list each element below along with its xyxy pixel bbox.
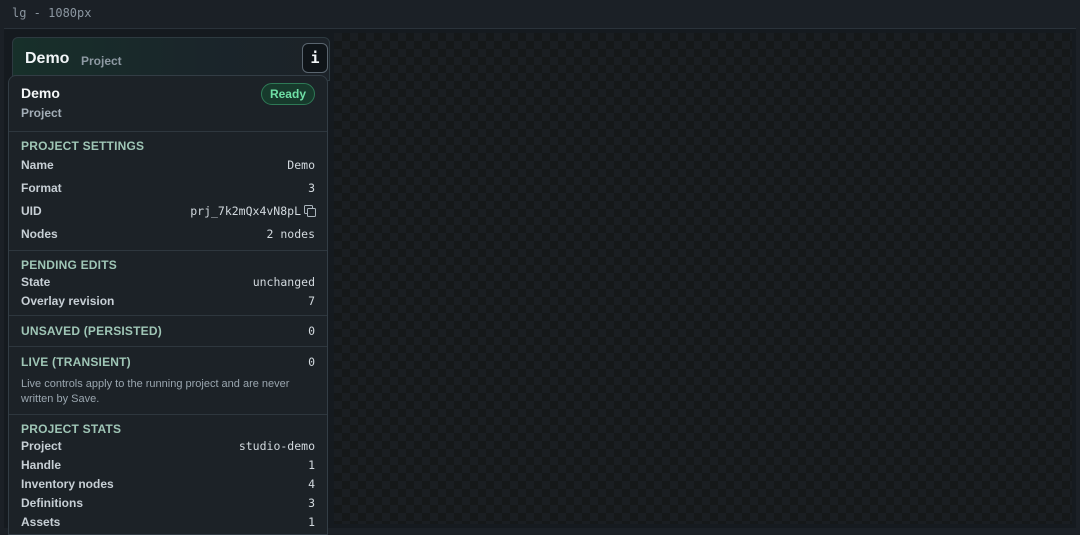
setting-row-format: Format 3 [21, 176, 315, 199]
row-label: Assets [21, 514, 61, 529]
stats-row-handle: Handle 1 [21, 455, 315, 474]
setting-row-nodes: Nodes 2 nodes [21, 222, 315, 245]
copy-icon[interactable] [304, 204, 316, 217]
stats-row-project: Project studio-demo [21, 436, 315, 455]
viewport-label: lg - 1080px [12, 6, 92, 20]
section-title: PROJECT STATS [21, 422, 122, 436]
project-settings-section: PROJECT SETTINGS Name Demo Format 3 UID … [9, 132, 327, 251]
uid-value: prj_7k2mQx4vN8pL [190, 203, 301, 218]
setting-row-uid: UID prj_7k2mQx4vN8pL [21, 199, 316, 222]
pending-row-overlay-revision: Overlay revision 7 [21, 291, 315, 310]
live-section: LIVE (TRANSIENT) 0 Live controls apply t… [9, 347, 327, 415]
unsaved-section: UNSAVED (PERSISTED) 0 [9, 316, 327, 347]
row-label: Overlay revision [21, 293, 115, 308]
section-title: PROJECT SETTINGS [21, 139, 145, 153]
panel-subtitle: Project [21, 106, 62, 120]
stats-row-assets: Assets 1 [21, 512, 315, 531]
row-value: 2 nodes [266, 226, 315, 241]
row-label: Format [21, 180, 62, 195]
row-value: 3 [308, 180, 315, 195]
section-title: UNSAVED (PERSISTED) [21, 324, 162, 338]
row-label: Name [21, 157, 54, 172]
info-button[interactable]: i [302, 43, 328, 73]
row-value: unchanged [252, 274, 315, 289]
project-stats-section: PROJECT STATS Project studio-demo Handle… [9, 415, 327, 534]
row-value: 3 [308, 495, 315, 510]
row-label: Handle [21, 457, 62, 472]
pending-row-state: State unchanged [21, 272, 315, 291]
row-label: UID [21, 203, 42, 218]
project-info-panel: Demo Project Ready PROJECT SETTINGS Name… [8, 75, 328, 535]
row-label: Inventory nodes [21, 476, 114, 491]
header-title: Demo [25, 50, 70, 67]
row-label: Definitions [21, 495, 83, 510]
status-badge: Ready [260, 83, 315, 105]
panel-title: Demo [21, 85, 60, 101]
row-label: Nodes [21, 226, 58, 241]
row-label: State [21, 274, 51, 289]
header-subtitle: Project [81, 54, 122, 68]
row-value: studio-demo [238, 438, 315, 453]
row-value: 1 [308, 514, 315, 529]
row-value: 4 [308, 476, 315, 491]
panel-header: Demo Project Ready [9, 76, 327, 132]
live-count: 0 [308, 355, 315, 369]
section-title: PENDING EDITS [21, 258, 117, 272]
setting-row-name: Name Demo [21, 153, 315, 176]
stats-row-inventory-nodes: Inventory nodes 4 [21, 474, 315, 493]
live-note: Live controls apply to the running proje… [21, 378, 290, 405]
pending-edits-section: PENDING EDITS State unchanged Overlay re… [9, 251, 327, 316]
canvas-area[interactable] [334, 33, 1072, 524]
row-label: Project [21, 438, 62, 453]
row-value: Demo [287, 157, 315, 172]
stats-row-definitions: Definitions 3 [21, 493, 315, 512]
row-value: 7 [308, 293, 315, 308]
unsaved-count: 0 [308, 324, 315, 338]
row-value: 1 [308, 457, 315, 472]
section-title: LIVE (TRANSIENT) [21, 355, 131, 369]
app-frame: Demo Project i Demo Project Ready PROJEC… [4, 28, 1076, 535]
